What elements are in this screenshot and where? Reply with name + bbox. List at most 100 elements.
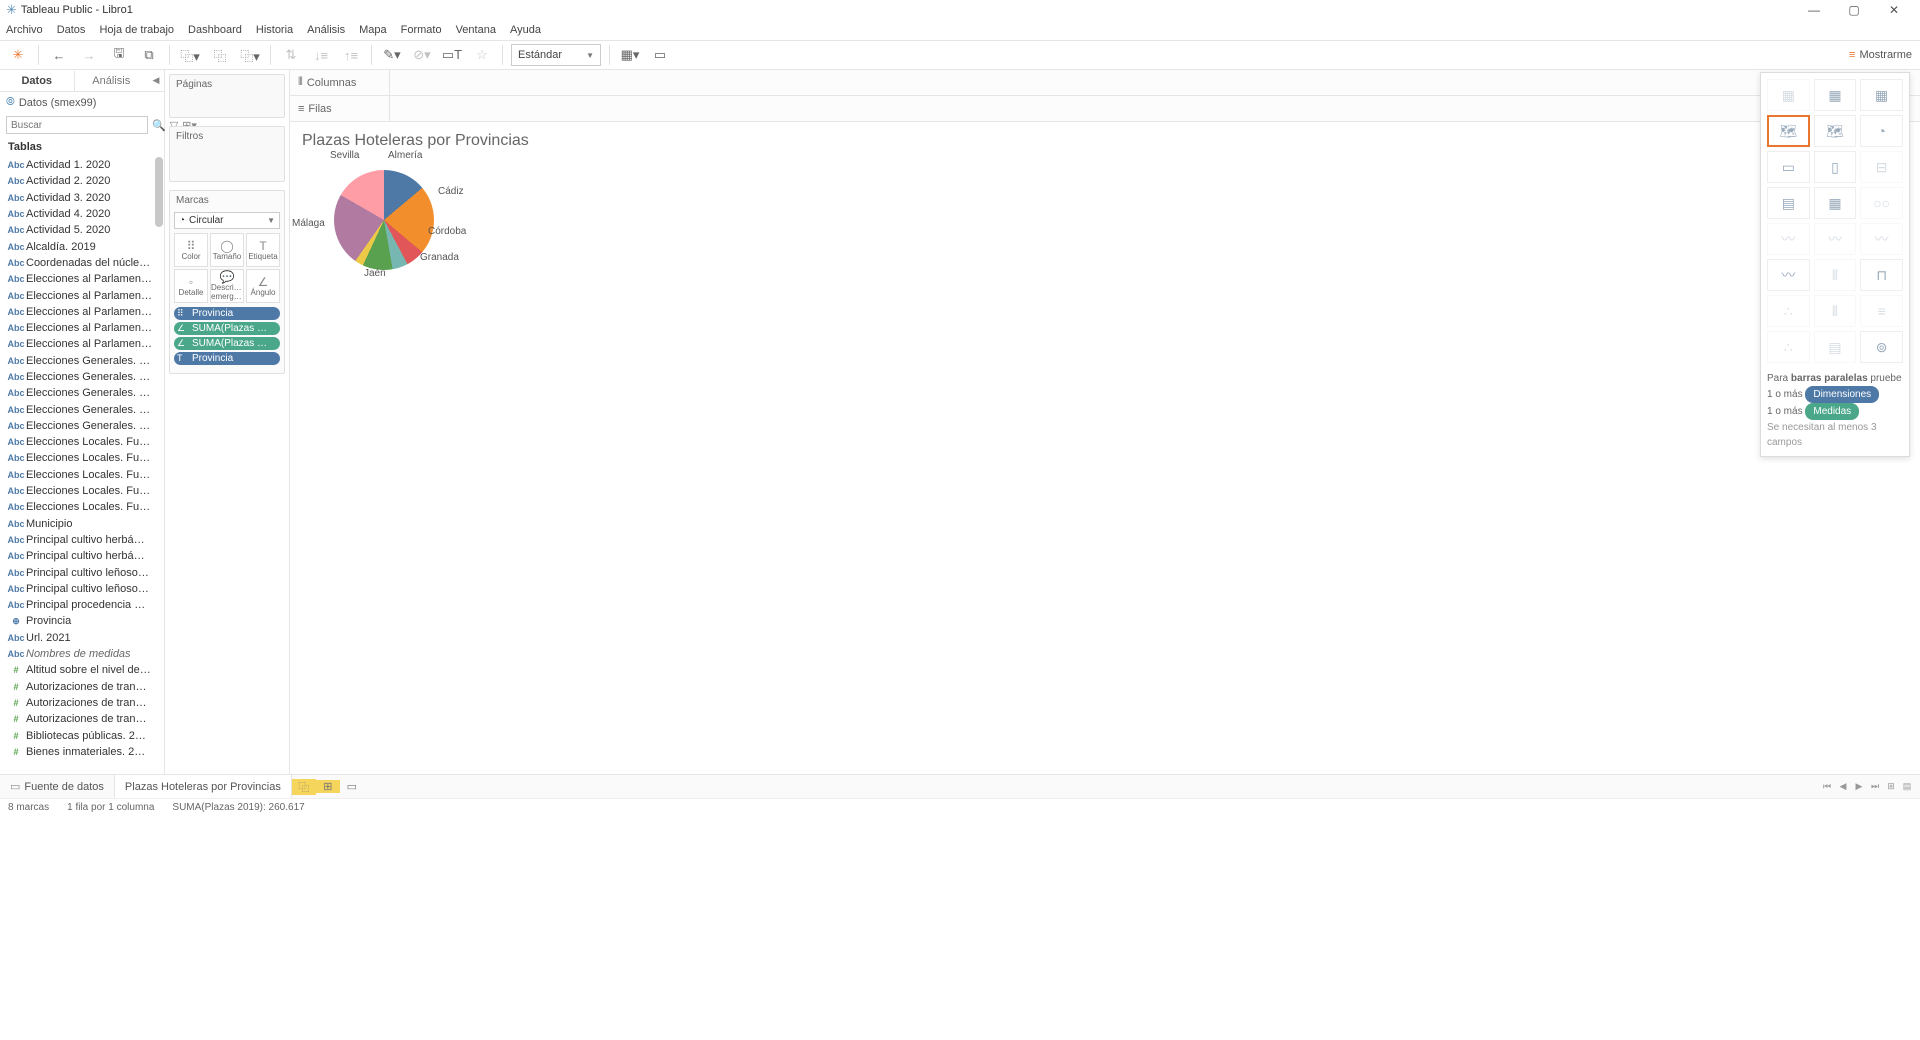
showme-chart-type[interactable]: ▯	[1814, 151, 1857, 183]
pie-chart[interactable]: Almería Cádiz Córdoba Granada Jaén Málag…	[320, 156, 450, 286]
tab-analysis[interactable]: Análisis	[74, 71, 149, 91]
new-worksheet-button[interactable]: ⿻	[292, 779, 316, 795]
menu-historia[interactable]: Historia	[256, 24, 293, 36]
showme-chart-type[interactable]: ⦀	[1814, 295, 1857, 327]
mark-type-dropdown[interactable]: ◔ Circular ▼	[174, 212, 280, 229]
duplicate-button[interactable]: ⿻	[208, 43, 232, 67]
field-row[interactable]: AbcElecciones Generales. …	[0, 401, 164, 417]
field-row[interactable]: AbcElecciones al Parlamen…	[0, 320, 164, 336]
filters-shelf[interactable]: Filtros	[169, 126, 285, 182]
field-row[interactable]: AbcElecciones Locales. Fu…	[0, 467, 164, 483]
search-input[interactable]	[6, 116, 148, 134]
showme-chart-type[interactable]: ▦	[1767, 79, 1810, 111]
field-row[interactable]: AbcElecciones al Parlamen…	[0, 336, 164, 352]
showme-chart-type[interactable]: 〰	[1767, 223, 1810, 255]
datasource-row[interactable]: ⦾ Datos (smex99)	[0, 92, 164, 113]
field-row[interactable]: AbcCoordenadas del núcle…	[0, 255, 164, 271]
menu-datos[interactable]: Datos	[57, 24, 86, 36]
field-row[interactable]: AbcElecciones Locales. Fu…	[0, 434, 164, 450]
pages-shelf[interactable]: Páginas	[169, 74, 285, 118]
field-row[interactable]: AbcElecciones Locales. Fu…	[0, 499, 164, 515]
forward-button[interactable]: →	[77, 43, 101, 67]
showme-chart-type[interactable]: ◔	[1860, 115, 1903, 147]
menu-hoja de trabajo[interactable]: Hoja de trabajo	[99, 24, 174, 36]
field-row[interactable]: #Autorizaciones de tran…	[0, 679, 164, 695]
collapse-pane-icon[interactable]: ◀	[148, 75, 164, 86]
showme-chart-type[interactable]: ⊟	[1860, 151, 1903, 183]
save-button[interactable]: 🖫	[107, 43, 131, 67]
field-row[interactable]: #Altitud sobre el nivel de…	[0, 662, 164, 678]
field-row[interactable]: AbcPrincipal cultivo leñoso…	[0, 564, 164, 580]
field-row[interactable]: AbcActividad 1. 2020	[0, 157, 164, 173]
tableau-icon[interactable]: ✳	[6, 43, 30, 67]
field-row[interactable]: AbcPrincipal cultivo herbá…	[0, 548, 164, 564]
menu-mapa[interactable]: Mapa	[359, 24, 387, 36]
field-row[interactable]: AbcElecciones Generales. …	[0, 353, 164, 369]
search-icon[interactable]: 🔍	[152, 119, 166, 132]
showme-chart-type[interactable]: ⦀	[1814, 259, 1857, 291]
menu-ventana[interactable]: Ventana	[456, 24, 496, 36]
field-row[interactable]: AbcElecciones al Parlamen…	[0, 287, 164, 303]
field-row[interactable]: AbcElecciones Locales. Fu…	[0, 483, 164, 499]
menu-formato[interactable]: Formato	[401, 24, 442, 36]
showme-chart-type[interactable]: ⊚	[1860, 331, 1903, 363]
mark-detalle[interactable]: ◦Detalle	[174, 269, 208, 303]
field-row[interactable]: AbcElecciones Generales. …	[0, 385, 164, 401]
field-row[interactable]: AbcElecciones Generales. …	[0, 418, 164, 434]
showme-chart-type[interactable]: 🗺	[1767, 115, 1810, 147]
minimize-button[interactable]: —	[1794, 3, 1834, 17]
nav-filmstrip-icon[interactable]: ▤	[1900, 781, 1914, 792]
nav-next-icon[interactable]: ▶	[1852, 781, 1866, 792]
field-row[interactable]: AbcAlcaldía. 2019	[0, 238, 164, 254]
field-row[interactable]: AbcActividad 2. 2020	[0, 173, 164, 189]
maximize-button[interactable]: ▢	[1834, 3, 1874, 17]
labels-button[interactable]: ▭T	[440, 43, 464, 67]
field-row[interactable]: AbcNombres de medidas	[0, 646, 164, 662]
datasource-tab[interactable]: ▭ Fuente de datos	[0, 775, 115, 798]
scrollbar-thumb[interactable]	[155, 157, 163, 227]
menu-análisis[interactable]: Análisis	[307, 24, 345, 36]
menu-archivo[interactable]: Archivo	[6, 24, 43, 36]
field-row[interactable]: AbcActividad 4. 2020	[0, 206, 164, 222]
rows-shelf[interactable]: ≡Filas	[290, 96, 1920, 122]
menu-dashboard[interactable]: Dashboard	[188, 24, 242, 36]
menu-ayuda[interactable]: Ayuda	[510, 24, 541, 36]
showme-chart-type[interactable]: ∴	[1767, 331, 1810, 363]
new-dashboard-button[interactable]: ⊞	[316, 780, 340, 793]
cards-button[interactable]: ▦▾	[618, 43, 642, 67]
nav-prev-icon[interactable]: ◀	[1836, 781, 1850, 792]
mark-ángulo[interactable]: ∠Ángulo	[246, 269, 280, 303]
back-button[interactable]: ←	[47, 43, 71, 67]
nav-grid-icon[interactable]: ⊞	[1884, 781, 1898, 792]
highlight-button[interactable]: ✎▾	[380, 43, 404, 67]
new-datasource-button[interactable]: ⧉	[137, 43, 161, 67]
showme-chart-type[interactable]: 〰	[1814, 223, 1857, 255]
new-story-button[interactable]: ▭	[340, 780, 364, 793]
showme-chart-type[interactable]: ▤	[1814, 331, 1857, 363]
field-row[interactable]: AbcUrl. 2021	[0, 630, 164, 646]
close-button[interactable]: ✕	[1874, 3, 1914, 17]
pill[interactable]: ∠SUMA(Plazas …	[174, 337, 280, 350]
field-row[interactable]: ⊕Provincia	[0, 613, 164, 629]
field-row[interactable]: AbcElecciones Generales. …	[0, 369, 164, 385]
showme-chart-type[interactable]: 〰	[1860, 223, 1903, 255]
field-row[interactable]: AbcElecciones Locales. Fu…	[0, 450, 164, 466]
showme-button[interactable]: ≡ Mostrarme	[1849, 49, 1912, 61]
field-row[interactable]: #Autorizaciones de tran…	[0, 695, 164, 711]
field-row[interactable]: AbcElecciones al Parlamen…	[0, 304, 164, 320]
showme-chart-type[interactable]: ▤	[1767, 187, 1810, 219]
field-row[interactable]: AbcPrincipal cultivo leñoso…	[0, 581, 164, 597]
mark-descri… emerg…[interactable]: 💬Descri… emerg…	[210, 269, 244, 303]
viz-title[interactable]: Plazas Hoteleras por Provincias	[302, 132, 1908, 150]
field-row[interactable]: #Bibliotecas públicas. 2…	[0, 727, 164, 743]
sort-desc-button[interactable]: ↑≡	[339, 43, 363, 67]
field-row[interactable]: #Autorizaciones de tran…	[0, 711, 164, 727]
showme-chart-type[interactable]: ∴	[1767, 295, 1810, 327]
showme-chart-type[interactable]: ▦	[1814, 187, 1857, 219]
mark-color[interactable]: ⠿Color	[174, 233, 208, 267]
sheet-tab[interactable]: Plazas Hoteleras por Provincias	[115, 775, 292, 798]
pin-button[interactable]: ☆	[470, 43, 494, 67]
fit-dropdown[interactable]: Estándar ▼	[511, 44, 601, 66]
showme-chart-type[interactable]: 〰	[1767, 259, 1810, 291]
showme-chart-type[interactable]: ▭	[1767, 151, 1810, 183]
